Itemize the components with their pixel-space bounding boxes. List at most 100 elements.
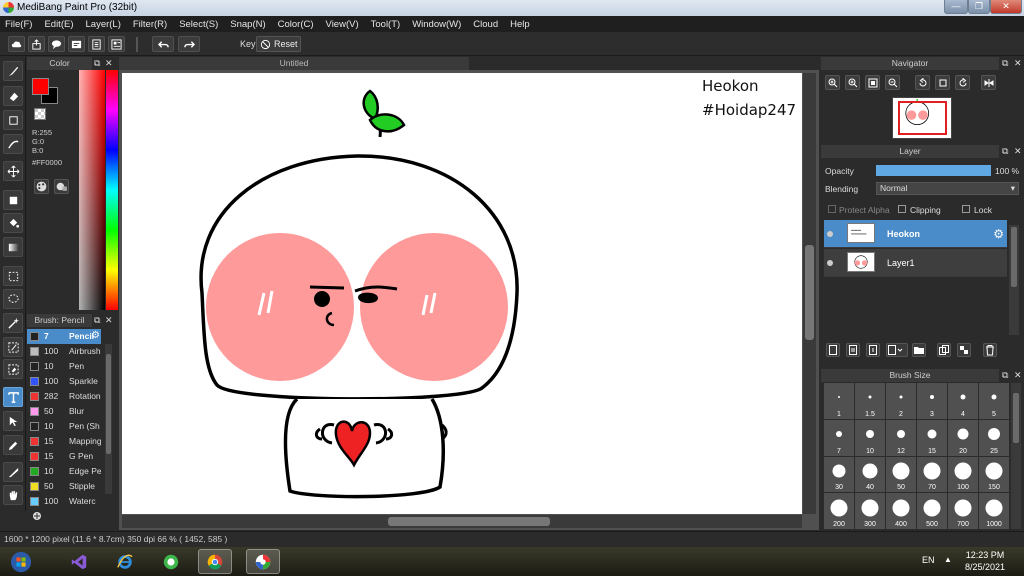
brush-size-option[interactable]: 3 <box>917 383 947 419</box>
lock-checkbox[interactable] <box>962 205 970 213</box>
brush-item[interactable]: 15 G Pen <box>27 449 101 464</box>
menu-view[interactable]: View(V) <box>326 19 359 30</box>
taskbar-medibang[interactable] <box>246 549 280 574</box>
brush-item[interactable]: 7 Pencil ⚙ <box>27 329 101 344</box>
dot-tool[interactable] <box>3 110 23 130</box>
new-8bit-layer-button[interactable] <box>866 343 880 357</box>
brush-size-option[interactable]: 1000 <box>979 493 1009 529</box>
page-button[interactable] <box>88 36 105 52</box>
panel-undock-icon[interactable]: ⧉ <box>1002 146 1008 157</box>
select-pen-tool[interactable] <box>3 337 23 357</box>
brush-size-option[interactable]: 2 <box>886 383 916 419</box>
move-tool[interactable] <box>3 161 23 181</box>
merge-layer-button[interactable] <box>957 343 971 357</box>
brush-size-option[interactable]: 500 <box>917 493 947 529</box>
eraser-tool[interactable] <box>3 86 23 106</box>
opacity-slider[interactable] <box>876 165 991 176</box>
transparent-color-swatch[interactable] <box>34 108 46 120</box>
rotate-left-button[interactable] <box>915 75 930 90</box>
panel-undock-icon[interactable]: ⧉ <box>1002 58 1008 69</box>
taskbar-visual-studio[interactable] <box>62 549 96 574</box>
color-palette-button[interactable] <box>34 179 49 194</box>
fit-screen-button[interactable] <box>865 75 880 90</box>
new-halftone-layer-button[interactable] <box>846 343 860 357</box>
brush-size-option[interactable]: 20 <box>948 419 978 456</box>
menu-edit[interactable]: Edit(E) <box>44 19 73 30</box>
brush-settings-gear-icon[interactable]: ⚙ <box>91 330 100 341</box>
brush-size-option[interactable]: 400 <box>886 493 916 529</box>
brush-size-option[interactable]: 70 <box>917 456 947 493</box>
menu-window[interactable]: Window(W) <box>412 19 461 30</box>
brush-size-option[interactable]: 300 <box>855 493 885 529</box>
brush-item[interactable]: 282 Rotation <box>27 389 101 404</box>
operation-tool[interactable] <box>3 411 23 431</box>
brush-size-option[interactable]: 10 <box>855 419 885 456</box>
panel-undock-icon[interactable]: ⧉ <box>1002 370 1008 381</box>
clipping-checkbox[interactable] <box>898 205 906 213</box>
brush-size-option[interactable]: 12 <box>886 419 916 456</box>
layer-settings-gear-icon[interactable]: ⚙ <box>993 227 1004 241</box>
eyedropper-tool[interactable] <box>3 435 23 455</box>
brush-item[interactable]: 10 Pen <box>27 359 101 374</box>
panel-undock-icon[interactable]: ⧉ <box>94 58 100 69</box>
brush-size-option[interactable]: 25 <box>979 419 1009 456</box>
protect-alpha-checkbox[interactable] <box>828 205 836 213</box>
menu-select[interactable]: Select(S) <box>179 19 218 30</box>
board-button[interactable] <box>68 36 85 52</box>
canvas-horizontal-scrollbar[interactable] <box>122 515 802 528</box>
panel-close-icon[interactable]: ✕ <box>1014 58 1022 69</box>
undo-button[interactable] <box>152 36 174 52</box>
brush-size-option[interactable]: 4 <box>948 383 978 419</box>
add-brush-button[interactable] <box>31 510 45 524</box>
zoom-out-button[interactable] <box>885 75 900 90</box>
brush-size-option[interactable]: 700 <box>948 493 978 529</box>
navigator-viewport-frame[interactable] <box>898 101 947 135</box>
panel-close-icon[interactable]: ✕ <box>105 315 113 326</box>
maximize-button[interactable]: ❐ <box>968 0 990 14</box>
taskbar-coc-coc[interactable] <box>154 549 188 574</box>
rotate-right-button[interactable] <box>955 75 970 90</box>
new-layer-button[interactable] <box>826 343 840 357</box>
panel-undock-icon[interactable]: ⧉ <box>94 315 100 326</box>
rotate-reset-button[interactable] <box>935 75 950 90</box>
brush-size-option[interactable]: 100 <box>948 456 978 493</box>
brush-tool[interactable] <box>3 61 23 81</box>
brush-size-option[interactable]: 5 <box>979 383 1009 419</box>
menu-layer[interactable]: Layer(L) <box>86 19 121 30</box>
brush-size-option[interactable]: 200 <box>824 493 854 529</box>
brush-item[interactable]: 50 Blur <box>27 404 101 419</box>
fill-shape-tool[interactable] <box>3 190 23 210</box>
panel-close-icon[interactable]: ✕ <box>105 58 113 69</box>
menu-snap[interactable]: Snap(N) <box>230 19 265 30</box>
drawing-canvas[interactable]: Heokon #Hoidap247 <box>122 73 802 514</box>
duplicate-layer-button[interactable] <box>937 343 951 357</box>
saturation-value-picker[interactable] <box>79 70 105 310</box>
canvas-tab[interactable]: Untitled <box>119 57 469 70</box>
line-tool[interactable] <box>3 134 23 154</box>
brush-item[interactable]: 15 Mapping <box>27 434 101 449</box>
brush-item[interactable]: 50 Stipple <box>27 479 101 494</box>
brush-item[interactable]: 100 Airbrush <box>27 344 101 359</box>
tray-expand-icon[interactable]: ▲ <box>944 555 952 564</box>
comment-button[interactable] <box>48 36 65 52</box>
close-window-button[interactable]: ✕ <box>990 0 1022 14</box>
menu-file[interactable]: File(F) <box>5 19 32 30</box>
new-folder-button[interactable] <box>912 343 926 357</box>
materials-button[interactable] <box>108 36 125 52</box>
layer-row-layer1[interactable]: Layer1 <box>824 249 1007 277</box>
foreground-color-swatch[interactable] <box>32 78 49 95</box>
taskbar-internet-explorer[interactable] <box>108 549 142 574</box>
flip-horizontal-button[interactable] <box>981 75 996 90</box>
select-tool[interactable] <box>3 266 23 286</box>
brush-size-option[interactable]: 15 <box>917 419 947 456</box>
language-indicator[interactable]: EN <box>922 555 935 565</box>
menu-filter[interactable]: Filter(R) <box>133 19 167 30</box>
brush-size-option[interactable]: 150 <box>979 456 1009 493</box>
magic-wand-tool[interactable] <box>3 313 23 333</box>
blending-select[interactable]: Normal ▾ <box>876 182 1019 195</box>
canvas-vertical-scrollbar[interactable] <box>803 73 816 514</box>
add-layer-menu-button[interactable] <box>886 343 908 357</box>
lasso-tool[interactable] <box>3 289 23 309</box>
brush-size-option[interactable]: 30 <box>824 456 854 493</box>
layer-visibility-icon[interactable] <box>827 260 833 266</box>
